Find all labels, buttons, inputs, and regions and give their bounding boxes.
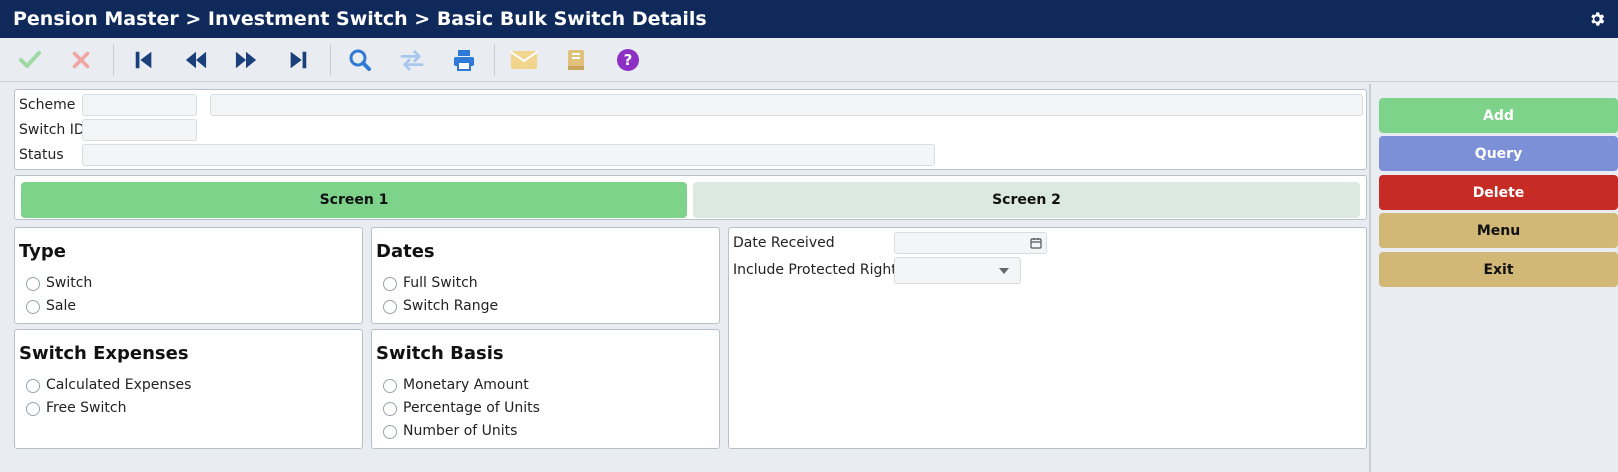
- switch-radio[interactable]: [26, 277, 40, 291]
- full-switch-label: Full Switch: [403, 275, 478, 291]
- date-received-field[interactable]: [894, 232, 1047, 254]
- scheme-name-field[interactable]: [210, 94, 1363, 116]
- dates-panel: Dates Full Switch Switch Range: [371, 227, 720, 324]
- switch-basis-panel: Switch Basis Monetary Amount Percentage …: [371, 329, 720, 449]
- calendar-icon[interactable]: [1030, 237, 1042, 249]
- previous-record-icon[interactable]: [182, 46, 210, 74]
- free-switch-radio[interactable]: [26, 402, 40, 416]
- calculated-expenses-label: Calculated Expenses: [46, 377, 192, 393]
- help-icon[interactable]: ?: [614, 46, 642, 74]
- sale-radio[interactable]: [26, 300, 40, 314]
- scheme-code-field[interactable]: [82, 94, 197, 116]
- sale-option-label: Sale: [46, 298, 76, 314]
- tab-screen-1[interactable]: Screen 1: [21, 182, 687, 218]
- toolbar: ?: [0, 38, 1618, 82]
- toolbar-divider: [113, 44, 114, 76]
- switch-range-label: Switch Range: [403, 298, 499, 314]
- delete-button[interactable]: Delete: [1379, 175, 1618, 210]
- add-button[interactable]: Add: [1379, 98, 1618, 133]
- print-icon[interactable]: [450, 46, 478, 74]
- next-record-icon[interactable]: [232, 46, 260, 74]
- header-panel: Scheme Switch ID Status: [14, 89, 1367, 170]
- status-label: Status: [19, 147, 64, 163]
- switch-id-label: Switch ID: [19, 122, 85, 138]
- switch-id-field[interactable]: [82, 119, 197, 141]
- monetary-amount-radio[interactable]: [383, 379, 397, 393]
- date-received-label: Date Received: [733, 235, 835, 251]
- mail-icon[interactable]: [510, 46, 538, 74]
- calculated-expenses-radio[interactable]: [26, 379, 40, 393]
- switch-expenses-heading: Switch Expenses: [19, 343, 189, 364]
- monetary-amount-label: Monetary Amount: [403, 377, 529, 393]
- svg-text:?: ?: [624, 51, 633, 69]
- switch-range-radio[interactable]: [383, 300, 397, 314]
- percentage-of-units-label: Percentage of Units: [403, 400, 540, 416]
- exit-button[interactable]: Exit: [1379, 252, 1618, 287]
- query-button[interactable]: Query: [1379, 136, 1618, 171]
- gear-icon[interactable]: [1588, 10, 1606, 28]
- switch-option-label: Switch: [46, 275, 93, 291]
- first-record-icon[interactable]: [130, 46, 158, 74]
- status-field[interactable]: [82, 144, 935, 166]
- number-of-units-radio[interactable]: [383, 425, 397, 439]
- percentage-of-units-radio[interactable]: [383, 402, 397, 416]
- check-icon[interactable]: [16, 46, 44, 74]
- last-record-icon[interactable]: [284, 46, 312, 74]
- tab-screen-2[interactable]: Screen 2: [693, 182, 1360, 218]
- dates-heading: Dates: [376, 241, 435, 262]
- number-of-units-label: Number of Units: [403, 423, 518, 439]
- scheme-label: Scheme: [19, 97, 76, 113]
- toolbar-divider: [494, 44, 495, 76]
- include-protected-rights-label: Include Protected Rights: [733, 262, 905, 278]
- page-title: Pension Master > Investment Switch > Bas…: [13, 8, 707, 30]
- toolbar-divider: [330, 44, 331, 76]
- menu-button[interactable]: Menu: [1379, 213, 1618, 248]
- cancel-icon[interactable]: [67, 46, 95, 74]
- type-heading: Type: [19, 241, 66, 262]
- full-switch-radio[interactable]: [383, 277, 397, 291]
- book-icon[interactable]: [562, 46, 590, 74]
- switch-icon[interactable]: [398, 46, 426, 74]
- type-panel: Type Switch Sale: [14, 227, 363, 324]
- switch-expenses-panel: Switch Expenses Calculated Expenses Free…: [14, 329, 363, 449]
- switch-basis-heading: Switch Basis: [376, 343, 504, 364]
- chevron-down-icon: [999, 268, 1009, 274]
- search-icon[interactable]: [346, 46, 374, 74]
- title-bar: Pension Master > Investment Switch > Bas…: [0, 0, 1618, 38]
- include-protected-rights-select[interactable]: [894, 257, 1021, 284]
- free-switch-label: Free Switch: [46, 400, 127, 416]
- sidebar-divider: [1369, 84, 1371, 472]
- details-panel: Date Received Include Protected Rights: [728, 227, 1367, 449]
